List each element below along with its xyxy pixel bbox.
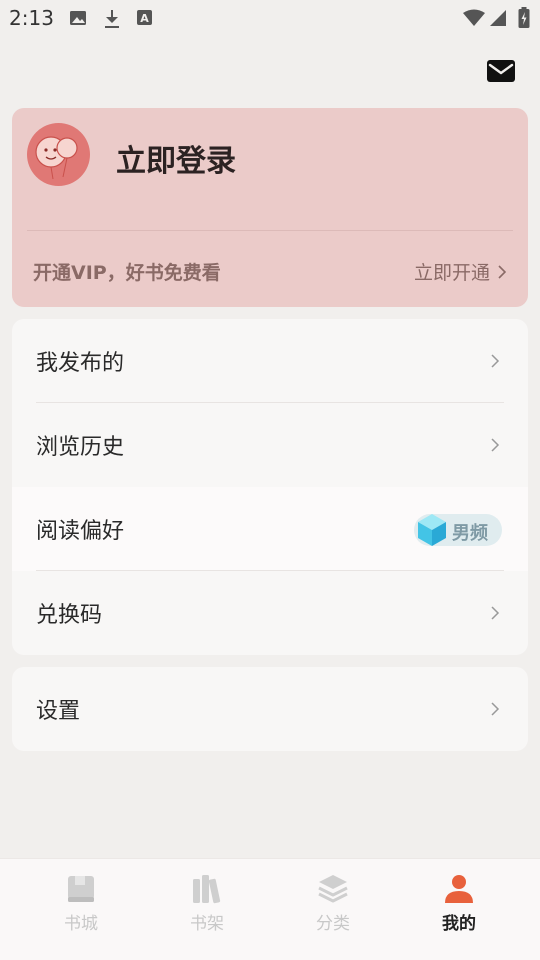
menu-item-redeem-code[interactable]: 兑换码 xyxy=(12,571,528,655)
nav-label: 书架 xyxy=(190,914,224,934)
profile-screen: 2:13 A 立即登录 开通VIP，好书免费看 立即开通 我发布的 浏览历史 阅… xyxy=(0,0,540,960)
nav-item-bookstore[interactable]: 书城 xyxy=(31,859,131,960)
nav-label: 分类 xyxy=(316,914,350,934)
nav-label: 书城 xyxy=(64,914,98,934)
chevron-right-icon xyxy=(491,702,500,716)
bookshelf-icon xyxy=(193,875,221,904)
menu-card: 我发布的 浏览历史 阅读偏好 男频 兑换码 xyxy=(12,319,528,655)
cube-icon xyxy=(418,514,446,546)
login-card[interactable]: 立即登录 开通VIP，好书免费看 立即开通 xyxy=(12,108,528,307)
gender-preference-label: 男频 xyxy=(452,523,488,544)
nav-item-category[interactable]: 分类 xyxy=(283,859,383,960)
signal-icon xyxy=(490,10,506,26)
chevron-right-icon xyxy=(491,606,500,620)
mail-button[interactable] xyxy=(486,58,516,84)
nav-label: 我的 xyxy=(442,914,476,934)
open-vip-label: 立即开通 xyxy=(413,262,490,284)
menu-item-settings[interactable]: 设置 xyxy=(12,667,528,751)
user-icon xyxy=(445,875,473,903)
chevron-right-icon xyxy=(498,264,506,279)
image-icon xyxy=(70,11,86,25)
menu-item-label: 浏览历史 xyxy=(36,435,125,460)
settings-card: 设置 xyxy=(12,667,528,751)
menu-item-my-posts[interactable]: 我发布的 xyxy=(12,319,528,403)
avatar[interactable] xyxy=(27,123,90,186)
gender-preference-badge[interactable]: 男频 xyxy=(414,514,502,546)
wifi-icon xyxy=(463,9,485,26)
menu-item-reading-preference[interactable]: 阅读偏好 男频 xyxy=(12,487,528,571)
download-icon xyxy=(105,10,119,28)
text-a-icon: A xyxy=(137,10,152,25)
svg-text:A: A xyxy=(140,12,149,25)
battery-icon xyxy=(518,7,530,28)
vip-promo-text: 开通VIP，好书免费看 xyxy=(33,262,221,284)
chevron-right-icon xyxy=(491,354,500,368)
menu-item-history[interactable]: 浏览历史 xyxy=(12,403,528,487)
balloon-avatar-icon xyxy=(35,136,78,180)
book-icon xyxy=(68,876,94,902)
nav-item-bookshelf[interactable]: 书架 xyxy=(157,859,257,960)
chevron-right-icon xyxy=(491,438,500,452)
mail-icon xyxy=(487,60,515,82)
menu-item-label: 我发布的 xyxy=(36,351,125,376)
menu-item-label: 兑换码 xyxy=(36,603,103,628)
login-title[interactable]: 立即登录 xyxy=(116,136,236,180)
menu-item-label: 设置 xyxy=(36,699,81,724)
login-divider xyxy=(27,230,513,231)
bottom-nav: 书城 书架 分类 我的 xyxy=(0,858,540,960)
nav-item-mine[interactable]: 我的 xyxy=(409,859,509,960)
menu-item-label: 阅读偏好 xyxy=(36,519,125,544)
open-vip-button[interactable]: 立即开通 xyxy=(414,258,506,285)
status-time: 2:13 xyxy=(9,6,54,30)
status-bar: 2:13 A xyxy=(0,0,540,36)
layers-icon xyxy=(318,875,348,903)
